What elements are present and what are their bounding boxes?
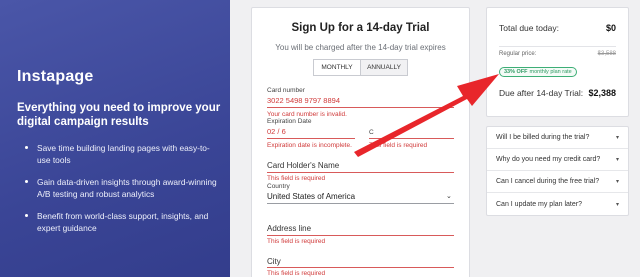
chevron-down-icon: ⌄ [446, 193, 452, 200]
form-title: Sign Up for a 14-day Trial [291, 22, 430, 34]
chevron-down-icon: ▾ [615, 201, 619, 208]
promo-panel: Instapage Everything you need to improve… [0, 0, 230, 277]
card-holder-error: This field is required [267, 175, 326, 182]
promo-bullet: Save time building landing pages with ea… [23, 142, 223, 166]
faq-accordion: Will I be billed during the trial? ▾ Why… [486, 126, 629, 216]
card-number-input[interactable]: 3022 5498 9797 8894 [267, 96, 340, 105]
regular-price-value: $3,588 [597, 51, 616, 57]
form-subtitle: You will be charged after the 14-day tri… [275, 43, 446, 52]
country-label: Country [267, 183, 290, 190]
after-trial-row: Due after 14-day Trial: $2,388 [499, 88, 616, 98]
total-due-row: Total due today: $0 [499, 23, 616, 33]
promo-bullet: Benefit from world-class support, insigh… [23, 210, 223, 234]
promo-bullet-list: Save time building landing pages with ea… [23, 142, 223, 244]
billing-toggle: MONTHLY ANNUALLY [313, 59, 408, 76]
promo-headline: Everything you need to improve your digi… [17, 102, 221, 128]
signup-form-card: Sign Up for a 14-day Trial You will be c… [251, 7, 470, 277]
cvc-error: This field is required [369, 142, 428, 149]
faq-item[interactable]: Can I cancel during the free trial? ▾ [487, 171, 628, 193]
city-input[interactable]: City [267, 257, 281, 266]
discount-percent: 33% OFF [504, 69, 528, 75]
total-due-label: Total due today: [499, 23, 560, 33]
faq-question: Can I update my plan later? [496, 200, 582, 208]
instapage-logo: Instapage [17, 68, 94, 85]
after-trial-value: $2,388 [588, 88, 616, 98]
discount-badge: 33% OFF monthly plan rate [499, 67, 577, 77]
city-underline [267, 267, 454, 268]
expiration-underline [267, 138, 355, 139]
promo-bullet: Gain data-driven insights through award-… [23, 176, 223, 200]
faq-item[interactable]: Will I be billed during the trial? ▾ [487, 127, 628, 149]
card-number-label: Card number [267, 87, 305, 94]
annually-toggle-button[interactable]: ANNUALLY [361, 60, 407, 75]
after-trial-label: Due after 14-day Trial: [499, 88, 584, 98]
expiration-error: Expiration date is incomplete. [267, 142, 352, 149]
faq-question: Why do you need my credit card? [496, 156, 601, 163]
card-number-error: Your card number is invalid. [267, 111, 347, 118]
expiration-label: Expiration Date [267, 118, 312, 125]
address-input[interactable]: Address line [267, 224, 311, 233]
expiration-input[interactable]: 02 / 6 [267, 127, 286, 136]
faq-item[interactable]: Why do you need my credit card? ▾ [487, 149, 628, 171]
faq-item[interactable]: Can I update my plan later? ▾ [487, 193, 628, 215]
cvc-label: C [369, 129, 374, 136]
total-due-value: $0 [605, 23, 616, 33]
chevron-down-icon: ▾ [615, 179, 619, 185]
cvc-input[interactable] [369, 138, 454, 139]
country-select[interactable]: United States of America [267, 192, 355, 201]
address-error: This field is required [267, 238, 326, 245]
order-summary-card: Total due today: $0 Regular price: $3,58… [486, 7, 629, 117]
address-underline [267, 235, 454, 236]
chevron-down-icon: ▾ [615, 157, 619, 163]
card-number-underline [267, 107, 454, 108]
city-error: This field is required [267, 270, 326, 277]
card-holder-input[interactable]: Card Holder's Name [267, 161, 339, 170]
discount-text: monthly plan rate [529, 69, 572, 75]
summary-divider [499, 46, 616, 47]
card-holder-underline [267, 172, 454, 173]
chevron-down-icon: ▾ [615, 135, 619, 141]
monthly-toggle-button[interactable]: MONTHLY [314, 60, 361, 75]
regular-price-row: Regular price: $3,588 [499, 51, 616, 57]
faq-question: Can I cancel during the free trial? [496, 178, 600, 185]
country-underline [267, 203, 454, 204]
regular-price-label: Regular price: [499, 51, 537, 57]
faq-question: Will I be billed during the trial? [496, 134, 590, 141]
